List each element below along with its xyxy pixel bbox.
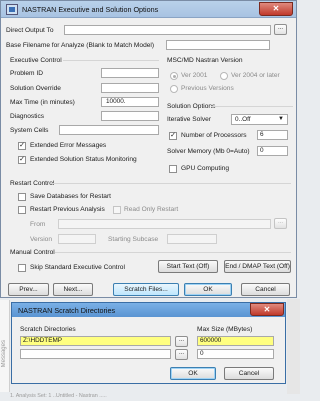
system-cells-label: System Cells xyxy=(10,127,49,134)
close-icon[interactable]: ✕ xyxy=(250,303,284,316)
system-cells-field[interactable] xyxy=(59,125,159,135)
end-dmap-text-button[interactable]: End / DMAP Text (Off) xyxy=(224,260,291,273)
chevron-down-icon: ▼ xyxy=(278,116,284,122)
scratch-directories-dialog: NASTRAN Scratch Directories ✕ Scratch Di… xyxy=(11,302,286,384)
iterative-solver-label: Iterative Solver xyxy=(167,116,211,123)
version-label: Version xyxy=(30,236,52,243)
gpu-computing-checkbox[interactable] xyxy=(169,165,177,173)
restart-control-heading: Restart Control xyxy=(10,180,55,187)
base-filename-label: Base Filename for Analyze (Blank to Matc… xyxy=(6,42,155,49)
solution-override-field[interactable] xyxy=(101,83,159,93)
max-size-2-field[interactable]: 0 xyxy=(197,349,274,359)
previous-versions-label: Previous Versions xyxy=(181,85,234,92)
skip-executive-checkbox[interactable] xyxy=(18,264,26,272)
previous-versions-radio[interactable] xyxy=(170,85,178,93)
from-field[interactable] xyxy=(58,219,271,229)
close-icon[interactable]: ✕ xyxy=(259,2,293,16)
next-button[interactable]: Next... xyxy=(53,283,93,296)
start-text-button[interactable]: Start Text (Off) xyxy=(158,260,218,273)
read-only-restart-checkbox[interactable] xyxy=(113,206,121,214)
ver2004-radio[interactable] xyxy=(220,72,228,80)
solver-memory-label: Solver Memory (Mb 0=Auto) xyxy=(167,148,250,155)
diagnostics-field[interactable] xyxy=(101,111,159,121)
scratch-dialog-title: NASTRAN Scratch Directories xyxy=(18,306,116,315)
num-processors-label: Number of Processors xyxy=(181,132,247,139)
direct-output-browse-button[interactable]: ... xyxy=(274,24,287,35)
from-label: From xyxy=(30,221,46,228)
skip-executive-label: Skip Standard Executive Control xyxy=(30,264,125,271)
read-only-restart-label: Read Only Restart xyxy=(124,206,179,213)
background-status-text: 1. Analysis Set: 1 ..Untitled - Nastran … xyxy=(10,393,107,399)
num-processors-field[interactable]: 6 xyxy=(257,130,288,140)
scratch-dir-1-field[interactable]: Z:\HDDTEMP xyxy=(20,336,171,346)
prev-button[interactable]: Prev... xyxy=(8,283,49,296)
extended-error-label: Extended Error Messages xyxy=(30,142,107,149)
executive-control-divider xyxy=(63,60,159,61)
base-filename-field[interactable] xyxy=(166,40,270,50)
problem-id-field[interactable] xyxy=(101,68,159,78)
messages-side-label: Messages xyxy=(1,340,7,368)
scratch-dialog-titlebar: NASTRAN Scratch Directories ✕ xyxy=(12,303,285,317)
solution-override-label: Solution Override xyxy=(10,85,61,92)
gpu-computing-label: GPU Computing xyxy=(181,165,230,172)
restart-previous-label: Restart Previous Analysis xyxy=(30,206,105,213)
manual-control-heading: Manual Control xyxy=(10,249,55,256)
executive-control-heading: Executive Control xyxy=(10,57,62,64)
scratch-dirs-label: Scratch Directories xyxy=(20,326,76,333)
app-icon xyxy=(6,4,18,15)
scratch-cancel-button[interactable]: Cancel xyxy=(224,367,274,380)
starting-subcase-field[interactable] xyxy=(167,234,217,244)
background-panel xyxy=(287,299,300,394)
diagnostics-label: Diagnostics xyxy=(10,113,45,120)
scratch-dir-1-browse-button[interactable]: ... xyxy=(175,336,188,347)
extended-status-label: Extended Solution Status Monitoring xyxy=(30,156,137,163)
msc-version-heading: MSC/MD Nastran Version xyxy=(167,57,243,64)
scratch-dir-2-browse-button[interactable]: ... xyxy=(175,349,188,360)
version-field[interactable] xyxy=(58,234,96,244)
restart-control-divider xyxy=(51,183,291,184)
num-processors-checkbox[interactable]: ✓ xyxy=(169,132,177,140)
solution-options-divider xyxy=(211,106,293,107)
solver-memory-field[interactable]: 0 xyxy=(257,146,288,156)
ver2001-label: Ver 2001 xyxy=(181,72,208,79)
direct-output-label: Direct Output To xyxy=(6,27,54,34)
save-databases-label: Save Databases for Restart xyxy=(30,193,111,200)
restart-previous-checkbox[interactable] xyxy=(18,206,26,214)
extended-status-checkbox[interactable]: ✓ xyxy=(18,156,26,164)
scratch-files-button[interactable]: Scratch Files... xyxy=(113,283,179,296)
manual-control-divider xyxy=(55,252,291,253)
starting-subcase-label: Starting Subcase xyxy=(108,236,159,243)
cancel-button[interactable]: Cancel xyxy=(241,283,290,296)
iterative-solver-select[interactable]: 0..Off ▼ xyxy=(231,114,288,125)
from-browse-button[interactable]: ... xyxy=(274,218,287,229)
solution-options-heading: Solution Options xyxy=(167,103,216,110)
ok-button[interactable]: OK xyxy=(184,283,232,296)
direct-output-field[interactable] xyxy=(64,25,271,35)
save-databases-checkbox[interactable] xyxy=(18,193,26,201)
problem-id-label: Problem ID xyxy=(10,70,43,77)
nastran-options-dialog: NASTRAN Executive and Solution Options ✕… xyxy=(0,0,297,298)
extended-error-checkbox[interactable]: ✓ xyxy=(18,142,26,150)
ver2001-radio[interactable] xyxy=(170,72,178,80)
max-time-label: Max Time (in minutes) xyxy=(10,99,75,106)
dialog-titlebar: NASTRAN Executive and Solution Options ✕ xyxy=(1,1,296,18)
iterative-solver-value: 0..Off xyxy=(235,116,251,123)
ver2004-label: Ver 2004 or later xyxy=(231,72,280,79)
dialog-title: NASTRAN Executive and Solution Options xyxy=(22,5,159,14)
max-size-label: Max Size (MBytes) xyxy=(197,326,253,333)
max-time-field[interactable]: 10000. xyxy=(101,97,159,107)
scratch-dir-2-field[interactable] xyxy=(20,349,171,359)
max-size-1-field[interactable]: 600000 xyxy=(197,336,274,346)
scratch-ok-button[interactable]: OK xyxy=(170,367,216,380)
